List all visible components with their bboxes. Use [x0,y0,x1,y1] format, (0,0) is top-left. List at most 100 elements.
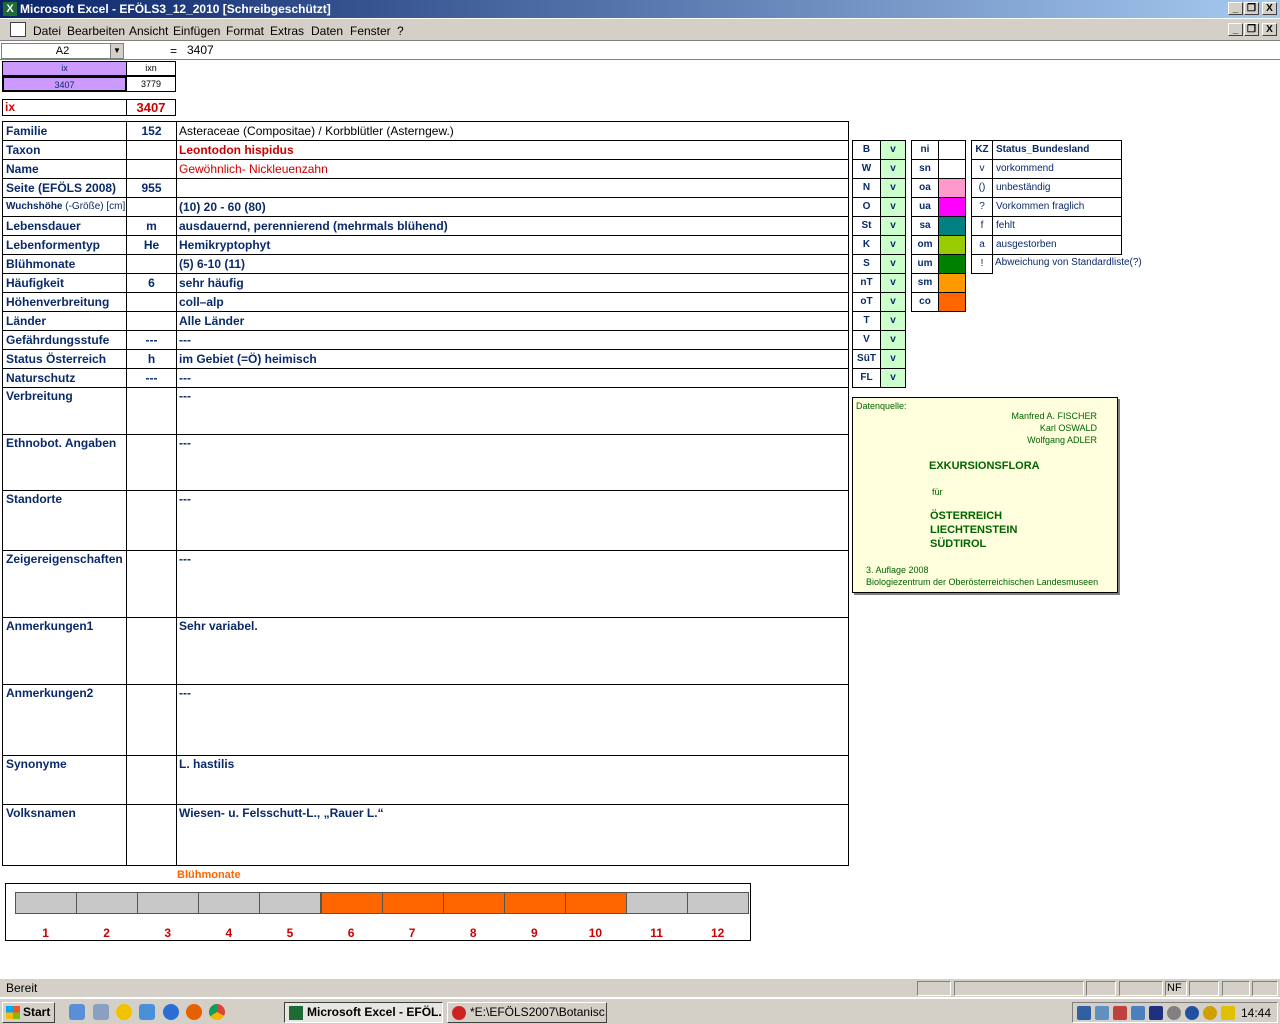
legend-key[interactable]: ! [971,254,993,274]
legend-key[interactable]: () [971,178,993,198]
name-box[interactable]: A2 ▼ [1,43,124,59]
field-code[interactable] [126,755,177,805]
field-code[interactable]: --- [126,368,177,388]
field-value[interactable]: Gewöhnlich- Nickleuenzahn [176,159,849,179]
firefox-icon[interactable] [186,1004,202,1020]
field-label[interactable]: Lebensdauer [2,216,127,236]
state-key[interactable]: T [852,311,881,331]
field-value[interactable]: (10) 20 - 60 (80) [176,197,849,217]
field-code[interactable]: He [126,235,177,255]
field-label[interactable]: Volksnamen [2,804,127,866]
zone-color-swatch[interactable] [938,292,966,312]
field-code[interactable]: 955 [126,178,177,198]
field-value[interactable]: Asteraceae (Compositae) / Korbblütler (A… [176,121,849,141]
menu-datei[interactable]: Datei [33,24,61,38]
field-code[interactable]: 6 [126,273,177,293]
state-value[interactable]: v [880,349,906,369]
state-key[interactable]: N [852,178,881,198]
tray-icon-6[interactable] [1167,1006,1181,1020]
explorer-icon[interactable] [93,1004,109,1020]
ixn-value-cell[interactable]: 3779 [126,76,176,92]
state-value[interactable]: v [880,197,906,217]
field-label[interactable]: Häufigkeit [2,273,127,293]
state-value[interactable]: v [880,273,906,293]
legend-key[interactable]: v [971,159,993,179]
state-value[interactable]: v [880,216,906,236]
legend-key[interactable]: ? [971,197,993,217]
field-label[interactable]: Standorte [2,490,127,551]
tray-icon-7[interactable] [1185,1006,1199,1020]
browser-icon[interactable] [163,1004,179,1020]
state-key[interactable]: K [852,235,881,255]
field-label[interactable]: Blühmonate [2,254,127,274]
field-code[interactable] [126,311,177,331]
formula-input[interactable]: 3407 [187,43,214,57]
legend-text[interactable]: Vorkommen fraglich [992,197,1122,217]
chrome-icon[interactable] [209,1004,225,1020]
zone-color-swatch[interactable] [938,197,966,217]
state-value[interactable]: v [880,235,906,255]
zone-key[interactable]: sa [911,216,939,236]
field-label[interactable]: Wuchshöhe (-Größe) [cm] [2,197,127,217]
state-key[interactable]: oT [852,292,881,312]
field-value[interactable]: sehr häufig [176,273,849,293]
menu-ansicht[interactable]: Ansicht [129,24,168,38]
field-label[interactable]: Gefährdungsstufe [2,330,127,350]
legend-text[interactable]: Abweichung von Standardliste(?) [992,254,1142,274]
maximize-button[interactable]: ❐ [1244,2,1259,15]
field-value[interactable]: ausdauernd, perennierend (mehrmals blühe… [176,216,849,236]
close-button[interactable]: X [1262,2,1277,15]
state-value[interactable]: v [880,330,906,350]
zone-key[interactable]: um [911,254,939,274]
zone-color-swatch[interactable] [938,235,966,255]
field-code[interactable] [126,490,177,551]
field-value[interactable]: --- [176,330,849,350]
field-label[interactable]: Länder [2,311,127,331]
tray-icon-8[interactable] [1203,1006,1217,1020]
chevron-down-icon[interactable]: ▼ [110,44,123,58]
field-label[interactable]: Synonyme [2,755,127,805]
state-key[interactable]: V [852,330,881,350]
field-value[interactable]: im Gebiet (=Ö) heimisch [176,349,849,369]
field-value[interactable]: Sehr variabel. [176,617,849,685]
field-code[interactable] [126,197,177,217]
field-value[interactable]: coll–alp [176,292,849,312]
state-value[interactable]: v [880,254,906,274]
tray-shield-icon[interactable] [1149,1006,1163,1020]
field-code[interactable] [126,140,177,160]
state-value[interactable]: v [880,368,906,388]
ie-icon[interactable] [69,1004,85,1020]
field-label[interactable]: Lebenformentyp [2,235,127,255]
zone-key[interactable]: oa [911,178,939,198]
field-label[interactable]: Taxon [2,140,127,160]
zone-color-swatch[interactable] [938,273,966,293]
state-key[interactable]: SüT [852,349,881,369]
field-code[interactable]: --- [126,330,177,350]
zone-color-swatch[interactable] [938,140,966,160]
field-code[interactable]: 152 [126,121,177,141]
menu-fenster[interactable]: Fenster [350,24,391,38]
workbook-icon[interactable] [10,22,26,37]
field-code[interactable]: m [126,216,177,236]
field-value[interactable]: Hemikryptophyt [176,235,849,255]
state-value[interactable]: v [880,311,906,331]
menu-extras[interactable]: Extras [270,24,304,38]
start-button[interactable]: Start [2,1002,55,1023]
zone-key[interactable]: sm [911,273,939,293]
tray-icon-3[interactable] [1113,1006,1127,1020]
taskbar-excel-button[interactable]: Microsoft Excel - EFÖL... [284,1002,443,1023]
field-label[interactable]: Anmerkungen2 [2,684,127,756]
field-code[interactable] [126,617,177,685]
field-label[interactable]: Name [2,159,127,179]
field-value[interactable] [176,178,849,198]
state-value[interactable]: v [880,159,906,179]
legend-header-kz[interactable]: KZ [971,140,993,160]
doc-minimize-button[interactable]: _ [1228,23,1243,36]
doc-restore-button[interactable]: ❐ [1244,23,1259,36]
zone-key[interactable]: ua [911,197,939,217]
state-key[interactable]: FL [852,368,881,388]
field-value[interactable]: --- [176,550,849,618]
menu-daten[interactable]: Daten [311,24,343,38]
field-code[interactable] [126,804,177,866]
state-value[interactable]: v [880,292,906,312]
